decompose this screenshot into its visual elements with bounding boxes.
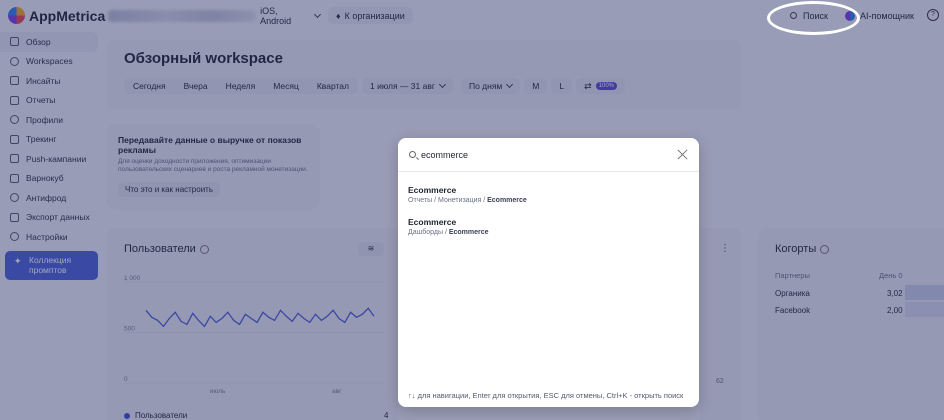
- result-title: Ecommerce: [408, 185, 457, 195]
- search-icon: [409, 151, 416, 158]
- search-input[interactable]: [421, 148, 661, 162]
- modal-search-bar: [398, 138, 699, 172]
- result-path: Дашборды / Ecommerce: [408, 229, 489, 236]
- search-modal: Ecommerce Отчеты / Монетизация / Ecommer…: [398, 138, 699, 407]
- result-title: Ecommerce: [408, 217, 457, 227]
- search-result-item[interactable]: Ecommerce Отчеты / Монетизация / Ecommer…: [408, 185, 688, 204]
- result-path: Отчеты / Монетизация / Ecommerce: [408, 197, 527, 204]
- close-icon[interactable]: [677, 149, 688, 160]
- highlight-ellipse: [767, 1, 860, 35]
- search-hint-footer: ↑↓ для навигации, Enter для открытия, ES…: [408, 391, 684, 400]
- search-result-item[interactable]: Ecommerce Дашборды / Ecommerce: [408, 217, 688, 236]
